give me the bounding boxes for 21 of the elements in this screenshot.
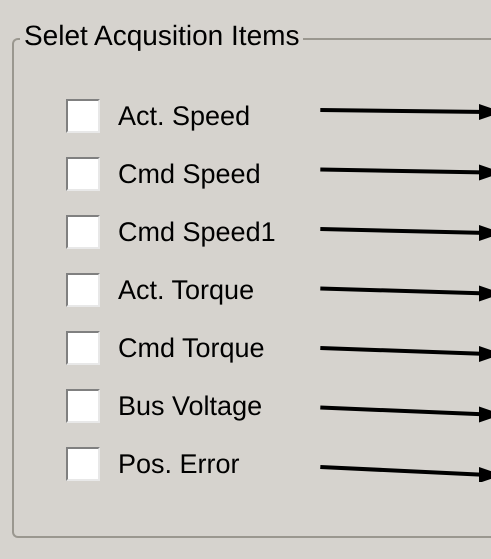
arrow-icon: [320, 464, 491, 482]
item-label: Act. Speed: [118, 100, 252, 133]
item-label: Cmd Speed: [118, 158, 262, 191]
arrow-icon: [320, 286, 491, 302]
arrow-icon: [320, 405, 491, 422]
checkbox[interactable]: [66, 331, 100, 365]
checkbox[interactable]: [66, 273, 100, 307]
arrow-icon: [320, 225, 491, 241]
item-label: Pos. Error: [118, 448, 241, 481]
item-label: Act. Torque: [118, 274, 256, 307]
item-label: Cmd Torque: [118, 332, 266, 365]
checkbox[interactable]: [66, 215, 100, 249]
item-label: Bus Voltage: [118, 390, 264, 423]
arrow-icon: [320, 346, 491, 362]
checkbox[interactable]: [66, 157, 100, 191]
arrow-icon: [320, 164, 491, 180]
checkbox[interactable]: [66, 389, 100, 423]
checkbox[interactable]: [66, 447, 100, 481]
arrow-icon: [320, 104, 491, 120]
item-label: Cmd Speed1: [118, 216, 277, 249]
checkbox[interactable]: [66, 99, 100, 133]
